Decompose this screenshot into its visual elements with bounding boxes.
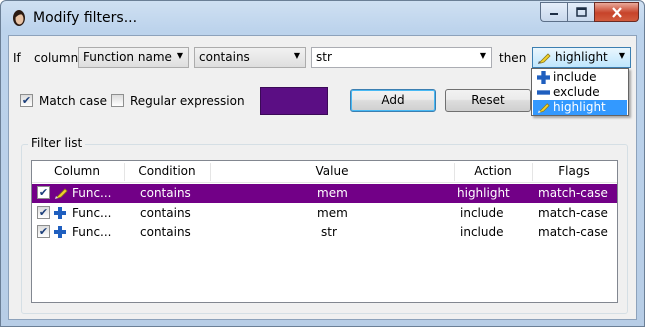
caption-buttons [540,2,639,22]
column-header-action[interactable]: Action [454,164,532,178]
column-header-condition[interactable]: Condition [124,164,210,178]
dropdown-item-exclude[interactable]: exclude [533,85,627,100]
row-action: include [460,225,504,239]
close-button[interactable] [594,2,639,22]
minimize-button[interactable] [540,2,567,22]
row-flags: match-case [538,206,608,220]
filter-list-title: Filter list [28,136,86,150]
table-row[interactable]: ✔ Func... contains mem include match-cas… [32,204,617,223]
dropdown-item-label: include [553,70,597,84]
value-input[interactable]: str [316,50,332,64]
column-header-column[interactable]: Column [34,164,120,178]
match-case-label: Match case [39,94,108,108]
highlighter-icon [538,53,551,64]
minus-icon [537,90,550,95]
row-flags: match-case [538,186,608,200]
row-enabled-checkbox[interactable]: ✔ [37,206,50,219]
maximize-button[interactable] [567,2,594,22]
row-action: highlight [457,186,510,200]
plus-icon [54,226,66,238]
highlight-color-swatch[interactable] [260,87,328,115]
filter-list-header: Column Condition Value Action Flags [32,161,617,183]
if-label: If [13,51,21,65]
table-row[interactable]: ✔ Func... contains mem highlight match-c… [32,184,617,203]
filter-list[interactable]: Column Condition Value Action Flags ✔ Fu… [31,160,618,303]
column-header-flags[interactable]: Flags [532,164,616,178]
column-select-value: Function name [83,50,172,64]
window-title: Modify filters... [33,10,138,26]
row-column: Func... [72,186,112,200]
then-label: then [499,51,527,65]
row-column: Func... [72,225,112,239]
action-select[interactable]: highlight ▼ [532,47,631,68]
row-column: Func... [72,206,112,220]
table-row[interactable]: ✔ Func... contains str include match-cas… [32,223,617,242]
condition-select-value: contains [199,50,250,64]
chevron-down-icon: ▼ [618,51,625,60]
condition-select[interactable]: contains ▼ [194,47,306,68]
close-icon [611,6,622,18]
action-select-value: highlight [555,50,608,64]
action-dropdown-list: include exclude highlight [531,68,629,116]
column-header-value[interactable]: Value [210,164,454,178]
highlighter-icon [537,103,550,114]
reset-button[interactable]: Reset [445,89,531,112]
dropdown-item-label: exclude [553,85,600,99]
row-value: mem [317,186,348,200]
dropdown-item-include[interactable]: include [533,70,627,85]
app-face-icon [13,10,25,26]
column-select[interactable]: Function name ▼ [78,47,189,68]
row-action: include [460,206,504,220]
plus-icon [54,207,66,219]
match-case-checkbox[interactable]: ✔ [20,94,33,107]
row-condition: contains [140,206,191,220]
column-label: column [34,51,79,65]
dropdown-item-highlight[interactable]: highlight [533,100,627,115]
regex-checkbox[interactable] [111,94,124,107]
highlighter-icon [55,188,68,199]
title-bar[interactable]: Modify filters... [1,1,644,35]
chevron-down-icon: ▼ [293,51,300,60]
row-flags: match-case [538,225,608,239]
chevron-down-icon: ▼ [479,51,486,60]
maximize-icon [575,7,587,17]
row-condition: contains [140,186,191,200]
plus-icon [537,71,550,84]
value-combo[interactable]: str ▼ [311,47,492,68]
chevron-down-icon: ▼ [176,51,183,60]
row-condition: contains [140,225,191,239]
minimize-icon [550,13,558,15]
row-enabled-checkbox[interactable]: ✔ [37,225,50,238]
dropdown-item-label: highlight [553,100,606,114]
row-enabled-checkbox[interactable]: ✔ [37,186,50,199]
add-button[interactable]: Add [350,89,436,112]
modify-filters-window: Modify filters... If column Function nam… [0,0,645,327]
regex-label: Regular expression [130,94,245,108]
row-value: mem [317,206,348,220]
row-value: str [321,225,337,239]
